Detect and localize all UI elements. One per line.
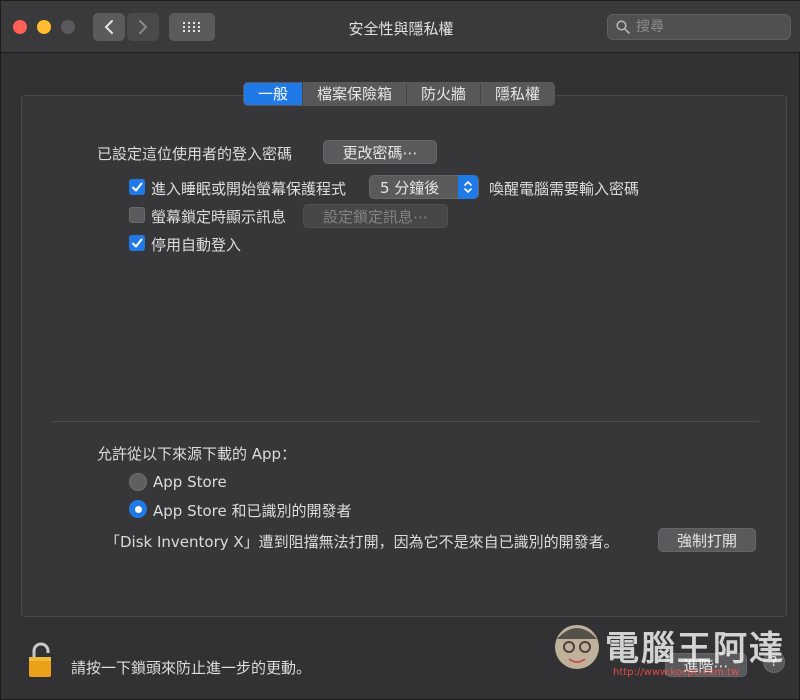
set-lock-message-button[interactable]: 設定鎖定訊息⋯ [303,204,448,228]
tab-general[interactable]: 一般 [244,83,304,105]
password-delay-popup[interactable]: 5 分鐘後 [369,175,479,199]
tab-filevault[interactable]: 檔案保險箱 [303,83,408,105]
watermark-url: http://www.kocpc.com.tw [613,667,740,678]
search-field[interactable] [607,14,791,40]
tab-firewall[interactable]: 防火牆 [407,83,482,105]
lock-icon[interactable] [27,641,55,683]
disable-autologin-label: 停用自動登入 [151,236,242,254]
radio-app-store[interactable] [129,473,147,491]
disable-autologin-checkbox[interactable] [129,235,145,251]
tab-bar: 一般 檔案保險箱 防火牆 隱私權 [243,82,556,106]
radio-app-store-label: App Store [153,473,227,491]
open-anyway-button[interactable]: 強制打開 [658,528,756,552]
checkmark-icon [132,182,143,192]
watermark-text: 電腦王阿達 [605,629,785,669]
checkmark-icon [132,238,143,248]
search-input[interactable] [636,19,786,35]
mascot-logo-icon [555,625,599,669]
downloads-heading: 允許從以下來源下載的 App： [97,445,297,463]
search-icon [616,20,630,34]
radio-app-store-identified[interactable] [129,500,147,518]
section-divider [51,421,759,422]
popup-arrows-icon [458,175,478,199]
blocked-app-message: 「Disk Inventory X」遭到阻擋無法打開，因為它不是來自已識別的開發… [105,533,619,551]
show-message-label: 螢幕鎖定時顯示訊息 [151,208,287,226]
require-password-checkbox[interactable] [129,179,145,195]
preferences-window: 安全性與隱私權 一般 檔案保險箱 防火牆 隱私權 已設定這位使用者的登入密碼 更… [0,0,800,700]
title-bar: 安全性與隱私權 [1,1,800,53]
show-message-checkbox[interactable] [129,207,145,223]
radio-app-store-identified-label: App Store 和已識別的開發者 [153,502,352,520]
tab-privacy[interactable]: 隱私權 [481,83,554,105]
require-password-label: 進入睡眠或開始螢幕保護程式 [151,180,347,198]
lock-hint-text: 請按一下鎖頭來防止進一步的更動。 [71,659,312,677]
password-delay-value: 5 分鐘後 [380,179,440,197]
password-set-label: 已設定這位使用者的登入密碼 [97,145,293,163]
change-password-button[interactable]: 更改密碼⋯ [323,140,437,164]
require-password-suffix: 喚醒電腦需要輸入密碼 [489,180,640,198]
